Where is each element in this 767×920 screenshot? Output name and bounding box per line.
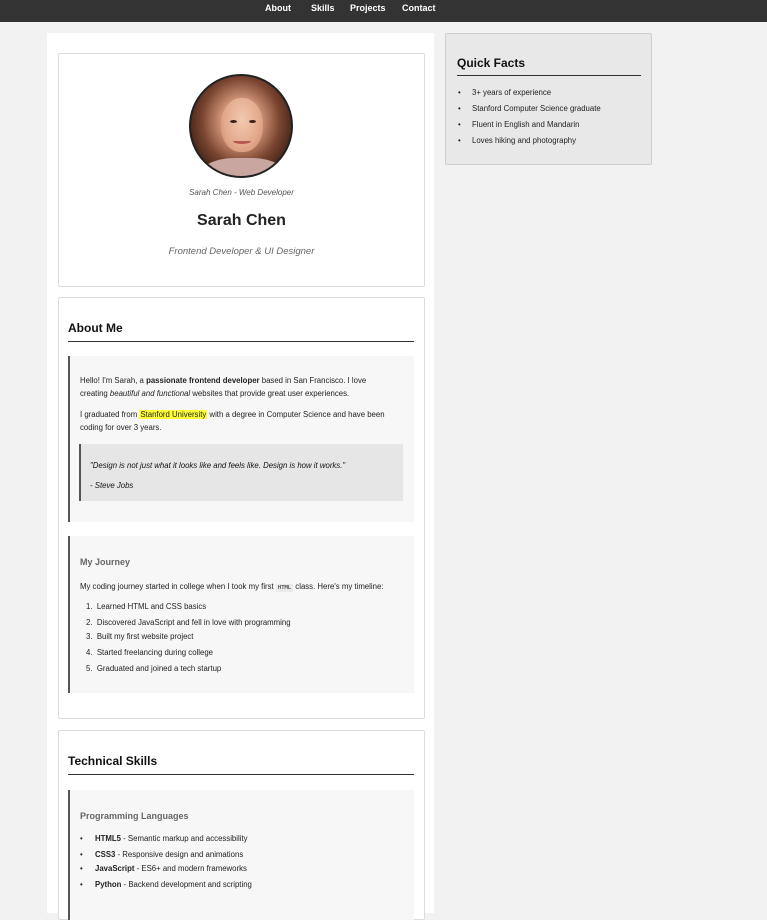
about-paragraph-2-line-1: I graduated from Stanford University wit… bbox=[80, 408, 385, 421]
quick-facts-sidebar: Quick Facts • 3+ years of experience • Sta… bbox=[445, 33, 652, 165]
nav-link-skills[interactable]: Skills bbox=[311, 3, 335, 13]
text: based in San Francisco. I love bbox=[259, 376, 367, 385]
text: My coding journey started in college whe… bbox=[80, 582, 276, 591]
nav-link-about[interactable]: About bbox=[265, 3, 291, 13]
timeline-item: 2. Discovered JavaScript and fell in lov… bbox=[86, 618, 291, 627]
skill-name: JavaScript bbox=[95, 864, 135, 873]
nav-link-contact[interactable]: Contact bbox=[402, 3, 436, 13]
profile-name: Sarah Chen bbox=[197, 212, 286, 229]
bold-text: passionate frontend developer bbox=[146, 376, 260, 385]
quick-facts-title: Quick Facts bbox=[457, 56, 641, 76]
quote-block: "Design is not just what it looks like a… bbox=[79, 444, 403, 501]
top-nav: About Skills Projects Contact bbox=[0, 0, 767, 22]
fact-item: • 3+ years of experience bbox=[458, 88, 552, 97]
journey-title: My Journey bbox=[80, 557, 131, 567]
profile-avatar bbox=[189, 74, 293, 178]
about-paragraph-2-line-2: coding for over 3 years. bbox=[80, 423, 162, 432]
about-title: About Me bbox=[68, 321, 414, 342]
timeline-item-text: Built my first website project bbox=[96, 632, 194, 641]
text: websites that provide great user experie… bbox=[190, 389, 350, 398]
italic-text: beautiful and functional bbox=[109, 389, 191, 398]
programming-title: Programming Languages bbox=[80, 811, 189, 821]
quote-author: - Steve Jobs bbox=[90, 481, 134, 490]
timeline-item: 4. Started freelancing during college bbox=[86, 648, 214, 657]
avatar-caption: Sarah Chen - Web Developer bbox=[189, 188, 294, 197]
timeline-item: 1. Learned HTML and CSS basics bbox=[86, 602, 207, 611]
fact-text: Loves hiking and photography bbox=[472, 136, 577, 145]
timeline-item: 5. Graduated and joined a tech startup bbox=[86, 664, 222, 673]
skill-item: • HTML5 - Semantic markup and accessibili… bbox=[80, 834, 248, 843]
text: I graduated from bbox=[80, 410, 140, 419]
journey-intro: My coding journey started in college whe… bbox=[80, 580, 383, 595]
fact-text: 3+ years of experience bbox=[472, 88, 552, 97]
text: class. Here's my timeline: bbox=[293, 582, 384, 591]
skill-name: HTML5 bbox=[95, 834, 121, 843]
timeline-item-text: Graduated and joined a tech startup bbox=[96, 664, 222, 673]
fact-item: • Stanford Computer Science graduate bbox=[458, 104, 601, 113]
fact-item: • Loves hiking and photography bbox=[458, 136, 577, 145]
avatar-shirt bbox=[201, 158, 285, 176]
profile-tagline: Frontend Developer & UI Designer bbox=[168, 246, 315, 257]
skill-item: • CSS3 - Responsive design and animations bbox=[80, 850, 244, 859]
skills-title: Technical Skills bbox=[68, 754, 414, 775]
skill-name: Python bbox=[95, 880, 122, 889]
text: with a degree in Computer Science and ha… bbox=[207, 410, 385, 419]
highlighted-text: Stanford University bbox=[139, 410, 208, 419]
skill-desc: - Semantic markup and accessibility bbox=[121, 834, 248, 843]
timeline-item-text: Learned HTML and CSS basics bbox=[96, 602, 207, 611]
skill-item: • Python - Backend development and script… bbox=[80, 880, 252, 889]
timeline-item-text: Started freelancing during college bbox=[96, 648, 214, 657]
avatar-eye-left bbox=[230, 120, 237, 123]
timeline-item: 3. Built my first website project bbox=[86, 632, 194, 641]
skill-desc: - Responsive design and animations bbox=[115, 850, 244, 859]
nav-link-projects[interactable]: Projects bbox=[350, 3, 386, 13]
quote-text: "Design is not just what it looks like a… bbox=[90, 461, 346, 470]
skill-item: • JavaScript - ES6+ and modern frameworks bbox=[80, 864, 247, 873]
skill-desc: - ES6+ and modern frameworks bbox=[134, 864, 247, 873]
avatar-eye-right bbox=[249, 120, 256, 123]
skill-name: CSS3 bbox=[95, 850, 116, 859]
inline-code: HTML bbox=[275, 584, 294, 592]
fact-text: Stanford Computer Science graduate bbox=[472, 104, 601, 113]
about-paragraph-1-line-1: Hello! I'm Sarah, a passionate frontend … bbox=[80, 374, 366, 387]
fact-item: • Fluent in English and Mandarin bbox=[458, 120, 580, 129]
fact-text: Fluent in English and Mandarin bbox=[472, 120, 580, 129]
text: creating bbox=[80, 389, 110, 398]
about-paragraph-1-line-2: creating beautiful and functional websit… bbox=[80, 387, 349, 400]
timeline-item-text: Discovered JavaScript and fell in love w… bbox=[96, 618, 291, 627]
skill-desc: - Backend development and scripting bbox=[121, 880, 252, 889]
text: Hello! I'm Sarah, a bbox=[80, 376, 147, 385]
avatar-mouth bbox=[233, 138, 251, 144]
